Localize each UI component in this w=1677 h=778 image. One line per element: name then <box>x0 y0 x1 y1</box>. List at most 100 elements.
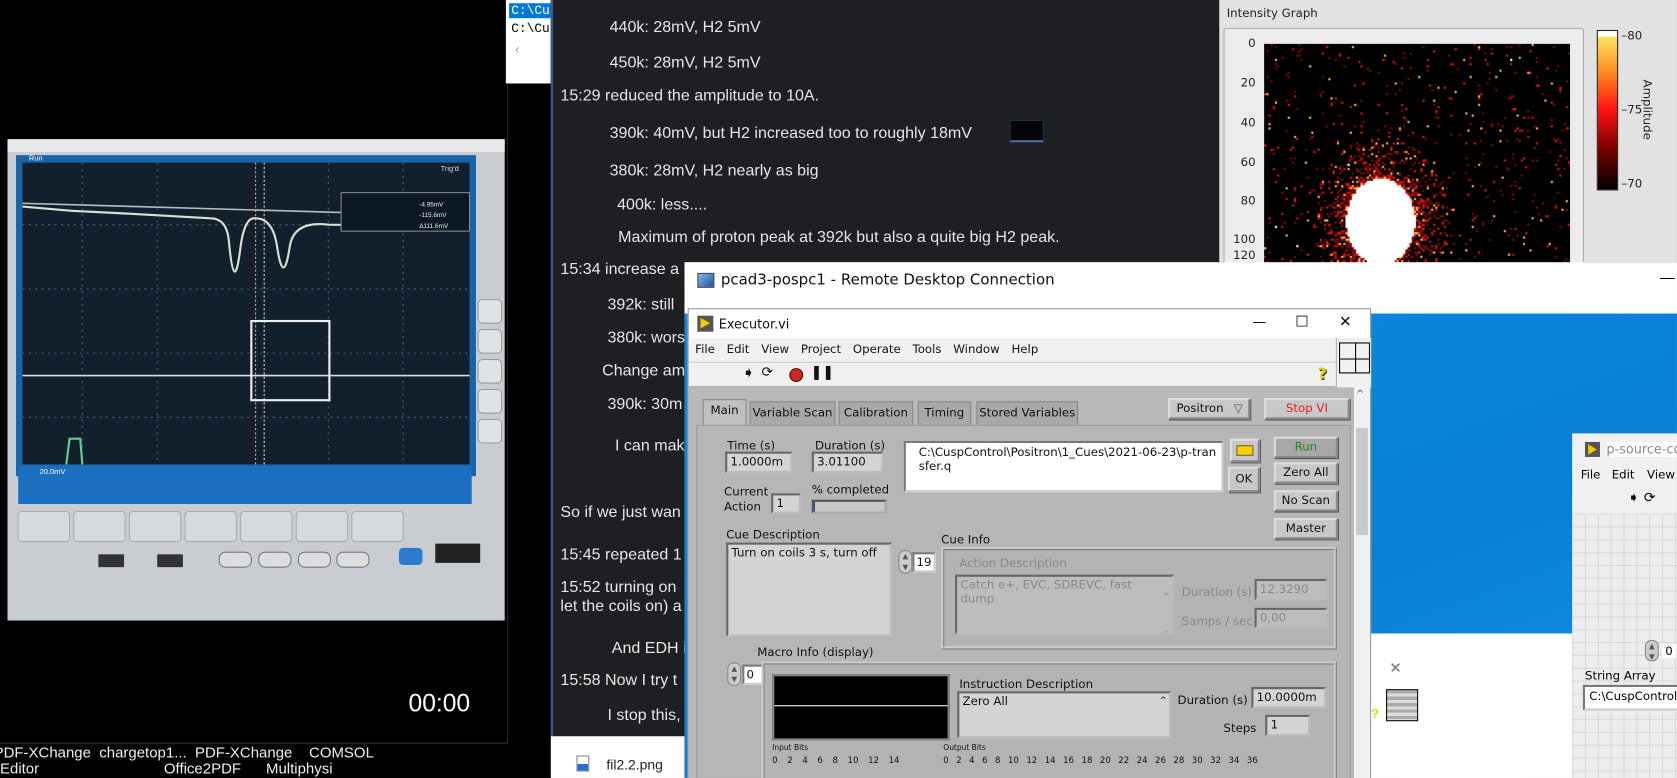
command-window[interactable]: C:\Cu C:\Cu ‹ <box>505 0 551 84</box>
menu-project[interactable]: Project <box>801 342 841 356</box>
intensity-plot[interactable] <box>1264 43 1571 263</box>
array-index[interactable]: 0 <box>1662 644 1676 659</box>
zero-all-button[interactable]: Zero All <box>1273 462 1338 484</box>
scroll-up-arrow[interactable]: ^ <box>1160 696 1167 706</box>
psource-menu-edit[interactable]: Edit <box>1612 468 1635 482</box>
bit-index: 10 <box>1007 755 1019 766</box>
maximize-button[interactable]: ☐ <box>1295 314 1308 331</box>
video-player[interactable]: Trig'd Run -4.95mV -115.6mV Δ111.6mV 20.… <box>0 0 509 750</box>
input-bits-label: Input Bits <box>772 743 809 753</box>
ok-button[interactable]: OK <box>1227 466 1260 493</box>
block-grid: ▲ ▼ 0 String Array C:\CuspControl <box>1572 513 1677 778</box>
close-button[interactable]: ✕ <box>1339 314 1352 331</box>
vertical-scrollbar[interactable]: ^ <box>1353 387 1371 778</box>
minimize-button[interactable]: — <box>1252 315 1266 331</box>
psource-menu-view[interactable]: View <box>1647 468 1675 482</box>
cue-file-path-field[interactable]: C:\CuspControl\Positron\1_Cues\2021-06-2… <box>903 440 1224 493</box>
macro-index-spinner[interactable]: ▲ ▼ <box>727 662 742 686</box>
bit-index: 18 <box>1081 755 1093 766</box>
psource-run-icon[interactable]: ➧ ⟳ <box>1628 490 1656 506</box>
note-line: 15:52 turning on <box>560 577 677 597</box>
menu-view[interactable]: View <box>761 342 789 356</box>
abort-icon[interactable] <box>789 368 804 383</box>
note-line: 15:34 increase a <box>560 260 680 279</box>
bit-index: 14 <box>888 755 900 766</box>
run-arrow-icon[interactable]: ➧ <box>742 365 755 382</box>
menu-tools[interactable]: Tools <box>913 342 942 356</box>
executor-window[interactable]: Executor.vi — ☐ ✕ File Edit View Project Ope… <box>687 308 1372 778</box>
front-panel: Main Variable Scan Calibration Timing St… <box>688 387 1354 778</box>
no-scan-button[interactable]: No Scan <box>1273 490 1338 512</box>
bit-index: 32 <box>1210 755 1222 766</box>
background-dialog[interactable]: ✕ ? <box>1371 633 1573 778</box>
help-icon[interactable]: ? <box>1318 364 1327 383</box>
run-continuously-icon[interactable]: ⟳ <box>761 365 773 381</box>
tab-main[interactable]: Main <box>702 399 747 425</box>
instruction-duration-field: 10.0000m <box>1251 687 1327 709</box>
tab-variable-scan[interactable]: Variable Scan <box>749 401 836 425</box>
completed-label: % completed <box>811 482 890 497</box>
note-line: 400k: less.... <box>617 195 708 215</box>
menu-help[interactable]: Help <box>1011 342 1038 356</box>
cmd-line-1: C:\Cu <box>509 3 551 19</box>
master-button[interactable]: Master <box>1273 517 1338 540</box>
string-array-field[interactable]: C:\CuspControl <box>1582 684 1677 711</box>
note-line: I stop this, <box>607 706 681 725</box>
menu-operate[interactable]: Operate <box>853 342 901 356</box>
toolbar: ➧ ⟳ ❚❚ ? <box>688 361 1336 388</box>
menu-file[interactable]: File <box>695 342 715 356</box>
instruction-description-label: Instruction Description <box>959 677 1094 692</box>
layers-icon[interactable] <box>1386 689 1419 722</box>
mode-select-dropdown[interactable]: Positron ▽ <box>1167 398 1251 420</box>
action-duration-label: Duration (s) <box>1181 585 1252 600</box>
menu-window[interactable]: Window <box>953 342 999 356</box>
pause-icon[interactable]: ❚❚ <box>811 365 834 381</box>
array-index-spinner[interactable]: ▲ ▼ <box>1644 639 1659 662</box>
dialog-close-button[interactable]: ✕ <box>1389 659 1402 677</box>
scroll-arrows[interactable]: ^ v <box>1163 579 1170 633</box>
main-tab-content: Time (s) 1.0000m Duration (s) 3.01100 C:… <box>696 424 1351 778</box>
menu-bar: File Edit View Project Operate Tools Window Hel… <box>688 338 1336 362</box>
run-button[interactable]: Run <box>1273 436 1338 459</box>
scope-ch1-scale: 20.0mV <box>40 467 66 476</box>
executor-title: Executor.vi <box>718 316 790 332</box>
cue-index-spinner[interactable]: ▲ ▼ <box>898 550 913 574</box>
dropdown-arrow-icon: ▽ <box>1233 401 1243 416</box>
note-line: 390k: 30m <box>607 394 683 414</box>
scope-readout-2: -115.6mV <box>419 212 447 219</box>
stop-vi-button[interactable]: Stop VI <box>1264 398 1350 420</box>
bit-index: 26 <box>1155 755 1166 766</box>
bit-index: 20 <box>1099 755 1111 766</box>
remote-desktop-window[interactable]: pcad3-pospc1 - Remote Desktop Connection… <box>684 262 1677 778</box>
file-item-name[interactable]: fil2.2.png <box>606 757 662 773</box>
action-description: Catch e+, EVC, SDREVC, fast dump <box>960 577 1132 606</box>
tab-stored-variables[interactable]: Stored Variables <box>976 401 1079 425</box>
colorbar[interactable] <box>1596 29 1619 191</box>
taskbar-apps-line1[interactable]: PDF-XChange chargetop1... PDF-XChange CO… <box>0 744 374 761</box>
cue-file-path: C:\CuspControl\Positron\1_Cues\2021-06-2… <box>918 445 1217 473</box>
macro-info-label: Macro Info (display) <box>757 645 874 660</box>
cue-index-field[interactable]: 19 <box>912 552 936 573</box>
cmd-scroll-left[interactable]: ‹ <box>513 43 521 58</box>
rdc-minimize-button[interactable]: — <box>1660 269 1675 286</box>
macro-info-frame: Instruction Description Zero All ^ Durati… <box>761 661 1337 778</box>
cue-description-box[interactable]: Turn on coils 3 s, turn off <box>726 542 892 637</box>
input-bits-scale: 0 2 4 6 8 10 12 14 <box>772 755 909 765</box>
browse-folder-button[interactable] <box>1229 438 1260 463</box>
taskbar-apps-line2[interactable]: Editor Office2PDF Multiphysi <box>0 760 333 777</box>
inline-image-thumbnail[interactable] <box>1009 119 1044 143</box>
note-line: I can mak <box>614 436 685 455</box>
bit-index: 12 <box>1026 755 1038 766</box>
psource-menu-file[interactable]: File <box>1581 468 1601 482</box>
instruction-description-box[interactable]: Zero All ^ <box>957 691 1172 739</box>
scope-readout-3: Δ111.6mV <box>419 223 449 230</box>
completed-progress-bar <box>811 499 887 514</box>
tab-timing[interactable]: Timing <box>917 401 972 425</box>
rdc-icon <box>697 272 715 288</box>
p-source-coils-window[interactable]: p-source-coils File Edit View ➧ ⟳ ▲▼ 0 S… <box>1572 433 1677 778</box>
tab-calibration[interactable]: Calibration <box>838 401 914 425</box>
current-action-label: Current Action <box>724 484 769 514</box>
menu-edit[interactable]: Edit <box>727 342 750 356</box>
instruction-description: Zero All <box>962 694 1008 709</box>
colorbar-tick-label: 70 <box>1627 176 1643 191</box>
